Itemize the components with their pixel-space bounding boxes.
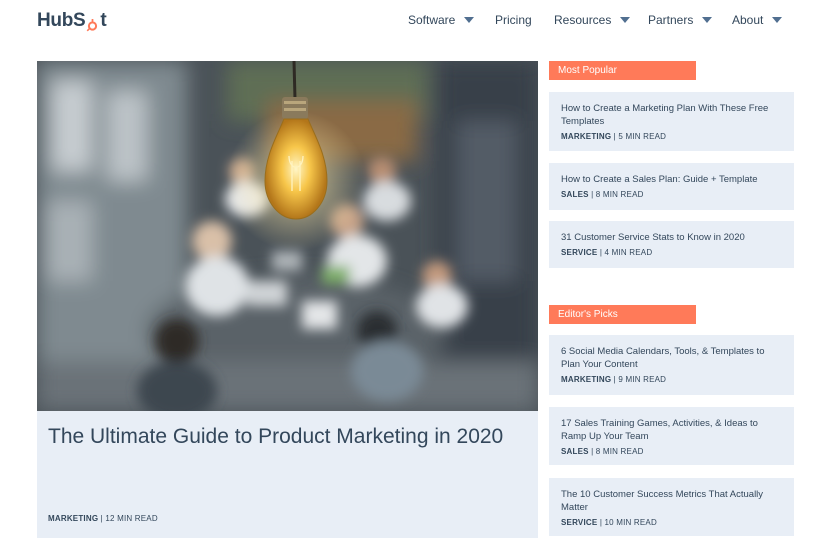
article-title[interactable]: 31 Customer Service Stats to Know in 202… [561, 231, 782, 244]
article-category[interactable]: MARKETING [561, 375, 611, 384]
nav-about-label: About [732, 13, 764, 27]
article-read-time: | 9 MIN READ [611, 375, 667, 384]
article-title[interactable]: The 10 Customer Success Metrics That Act… [561, 488, 782, 514]
article-title[interactable]: How to Create a Marketing Plan With Thes… [561, 102, 782, 128]
featured-article-image[interactable] [37, 61, 538, 411]
article-title[interactable]: 6 Social Media Calendars, Tools, & Templ… [561, 345, 782, 371]
editors-pick-card[interactable]: 17 Sales Training Games, Activities, & I… [549, 407, 794, 465]
logo-text-start: HubS [37, 10, 86, 31]
article-meta: MARKETING | 5 MIN READ [561, 132, 782, 141]
article-category[interactable]: SERVICE [561, 248, 597, 257]
chevron-down-icon [702, 17, 713, 23]
popular-article-card[interactable]: How to Create a Marketing Plan With Thes… [549, 92, 794, 151]
nav-pricing-label: Pricing [495, 13, 532, 27]
article-category[interactable]: MARKETING [48, 514, 98, 523]
site-header: HubS t Software Pricing Resources Partne… [0, 0, 838, 44]
nav-resources[interactable]: Resources [554, 13, 631, 27]
article-meta: SERVICE | 10 MIN READ [561, 518, 782, 527]
article-read-time: | 8 MIN READ [588, 447, 644, 456]
article-meta: SALES | 8 MIN READ [561, 447, 782, 456]
article-category[interactable]: SALES [561, 190, 589, 199]
article-read-time: | 4 MIN READ [597, 248, 653, 257]
nav-about[interactable]: About [732, 13, 783, 27]
editors-pick-card[interactable]: The 10 Customer Success Metrics That Act… [549, 478, 794, 536]
article-read-time: | 12 MIN READ [98, 514, 158, 523]
article-read-time: | 5 MIN READ [611, 132, 667, 141]
featured-article-card[interactable]: The Ultimate Guide to Product Marketing … [37, 61, 538, 538]
article-read-time: | 8 MIN READ [588, 190, 644, 199]
article-category[interactable]: SALES [561, 447, 589, 456]
nav-resources-label: Resources [554, 13, 612, 27]
popular-article-card[interactable]: 31 Customer Service Stats to Know in 202… [549, 221, 794, 268]
chevron-down-icon [772, 17, 783, 23]
hubspot-logo[interactable]: HubS t [37, 10, 107, 32]
nav-pricing[interactable]: Pricing [495, 13, 532, 27]
article-meta: SERVICE | 4 MIN READ [561, 248, 782, 257]
article-title[interactable]: 17 Sales Training Games, Activities, & I… [561, 417, 782, 443]
sprocket-icon [86, 16, 99, 31]
article-title[interactable]: How to Create a Sales Plan: Guide + Temp… [561, 173, 782, 186]
editors-picks-label: Editor's Picks [549, 305, 696, 324]
popular-article-card[interactable]: How to Create a Sales Plan: Guide + Temp… [549, 163, 794, 210]
chevron-down-icon [620, 17, 631, 23]
article-category[interactable]: MARKETING [561, 132, 611, 141]
nav-software[interactable]: Software [408, 13, 475, 27]
article-meta: SALES | 8 MIN READ [561, 190, 782, 199]
featured-article-title[interactable]: The Ultimate Guide to Product Marketing … [48, 421, 518, 452]
nav-software-label: Software [408, 13, 456, 27]
most-popular-label: Most Popular [549, 61, 696, 80]
nav-partners[interactable]: Partners [648, 13, 713, 27]
article-read-time: | 10 MIN READ [597, 518, 657, 527]
logo-text-end: t [100, 10, 107, 31]
featured-article-meta: MARKETING | 12 MIN READ [48, 514, 158, 523]
article-meta: MARKETING | 9 MIN READ [561, 375, 782, 384]
nav-partners-label: Partners [648, 13, 694, 27]
editors-pick-card[interactable]: 6 Social Media Calendars, Tools, & Templ… [549, 335, 794, 395]
chevron-down-icon [464, 17, 475, 23]
article-category[interactable]: SERVICE [561, 518, 597, 527]
